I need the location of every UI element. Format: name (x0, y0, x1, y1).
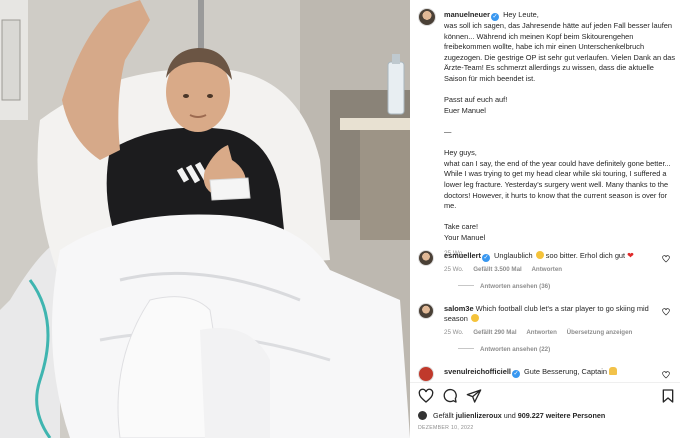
commenter-avatar[interactable] (418, 303, 434, 319)
post-caption: manuelneuer ✓ Hey Leute, was soll ich sag… (418, 8, 676, 257)
commenter-avatar[interactable] (418, 250, 434, 266)
comment-body: salom3e Which football club let's a star… (444, 304, 666, 338)
sad-face-emoji-icon (535, 251, 544, 259)
comment-age: 25 Wo. (444, 328, 464, 336)
comment-item: esmuellert ✓ Unglaublich soo bitter. Erho… (418, 250, 676, 273)
liker-username[interactable]: julienlizeroux (456, 411, 502, 420)
comment-text: Gute Besserung, Captain (524, 367, 608, 376)
verified-badge-icon: ✓ (511, 370, 520, 378)
comment-body: esmuellert ✓ Unglaublich soo bitter. Erho… (444, 251, 666, 275)
folded-hands-emoji-icon (609, 367, 618, 375)
comment-text-continued: soo bitter. Erhol dich gut (545, 251, 626, 260)
reply-button[interactable]: Antworten (531, 266, 562, 273)
comment-item: salom3e Which football club let's a star… (418, 303, 676, 336)
comment-icon[interactable] (442, 388, 458, 404)
comment-meta: 25 Wo. Gefällt 290 Mal Antworten Überset… (444, 328, 666, 338)
commenter-username[interactable]: svenulreichofficiell (444, 367, 511, 376)
commenter-username[interactable]: salom3e (444, 304, 474, 313)
post-photo[interactable] (0, 0, 410, 438)
liker-avatar[interactable] (418, 411, 427, 420)
likes-connector: und (503, 411, 516, 420)
post-sidebar: manuelneuer ✓ Hey Leute, was soll ich sag… (410, 0, 680, 438)
like-comment-heart-icon[interactable] (662, 371, 670, 379)
author-avatar[interactable] (418, 8, 436, 26)
share-icon[interactable] (466, 388, 482, 404)
divider (410, 382, 680, 383)
verified-badge-icon: ✓ (481, 254, 490, 262)
caption-text: was soll ich sagen, das Jahresende hätte… (444, 21, 676, 242)
comment-likes[interactable]: Gefällt 3.500 Mal (473, 266, 522, 273)
commenter-avatar[interactable] (418, 366, 434, 382)
comment-likes[interactable]: Gefällt 290 Mal (473, 329, 516, 336)
like-comment-heart-icon[interactable] (662, 255, 670, 263)
commenter-username[interactable]: esmuellert (444, 251, 481, 260)
view-replies-button[interactable]: Antworten ansehen (22) (458, 346, 550, 353)
red-heart-emoji-icon: ❤ (627, 251, 634, 260)
comment-meta: 25 Wo. Gefällt 3.500 Mal Antworten (444, 265, 666, 275)
author-username[interactable]: manuelneuer (444, 10, 490, 19)
comment-body: svenulreichofficiell ✓ Gute Besserung, Ca… (444, 367, 666, 378)
likes-summary: Gefällt julienlizeroux und 909.227 weite… (418, 411, 605, 420)
caption-body: manuelneuer ✓ Hey Leute, was soll ich sag… (444, 10, 676, 260)
likes-others[interactable]: 909.227 weitere Personen (518, 411, 606, 420)
translate-button[interactable]: Übersetzung anzeigen (567, 329, 633, 336)
post-actions (418, 388, 676, 406)
reply-button[interactable]: Antworten (526, 329, 557, 336)
comment-age: 25 Wo. (444, 266, 464, 273)
likes-prefix: Gefällt (433, 411, 454, 420)
post-date: DEZEMBER 10, 2022 (418, 425, 474, 431)
like-comment-heart-icon[interactable] (662, 308, 670, 316)
bookmark-icon[interactable] (660, 388, 676, 404)
caption-intro: Hey Leute, (503, 10, 539, 19)
grimacing-emoji-icon (470, 314, 479, 323)
comment-text: Unglaublich (494, 251, 533, 260)
heart-icon[interactable] (418, 388, 434, 404)
view-replies-button[interactable]: Antworten ansehen (36) (458, 283, 550, 290)
verified-badge-icon: ✓ (491, 13, 500, 21)
